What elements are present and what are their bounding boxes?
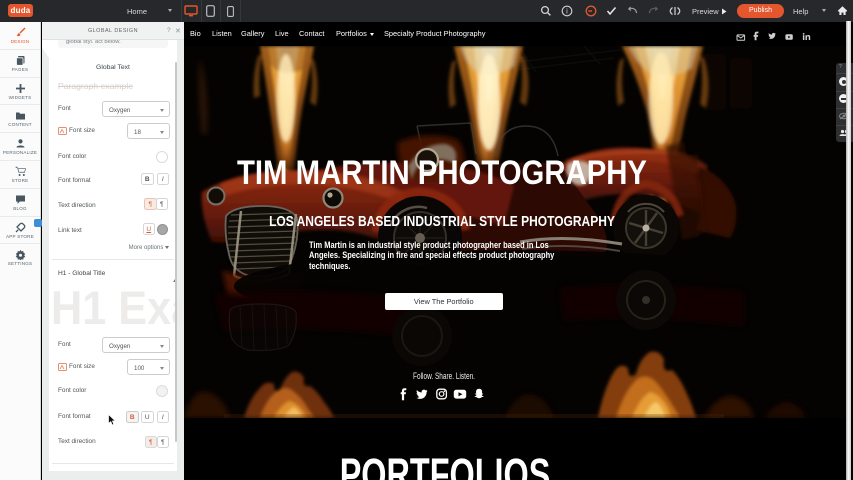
svg-text:i: i (566, 7, 568, 16)
